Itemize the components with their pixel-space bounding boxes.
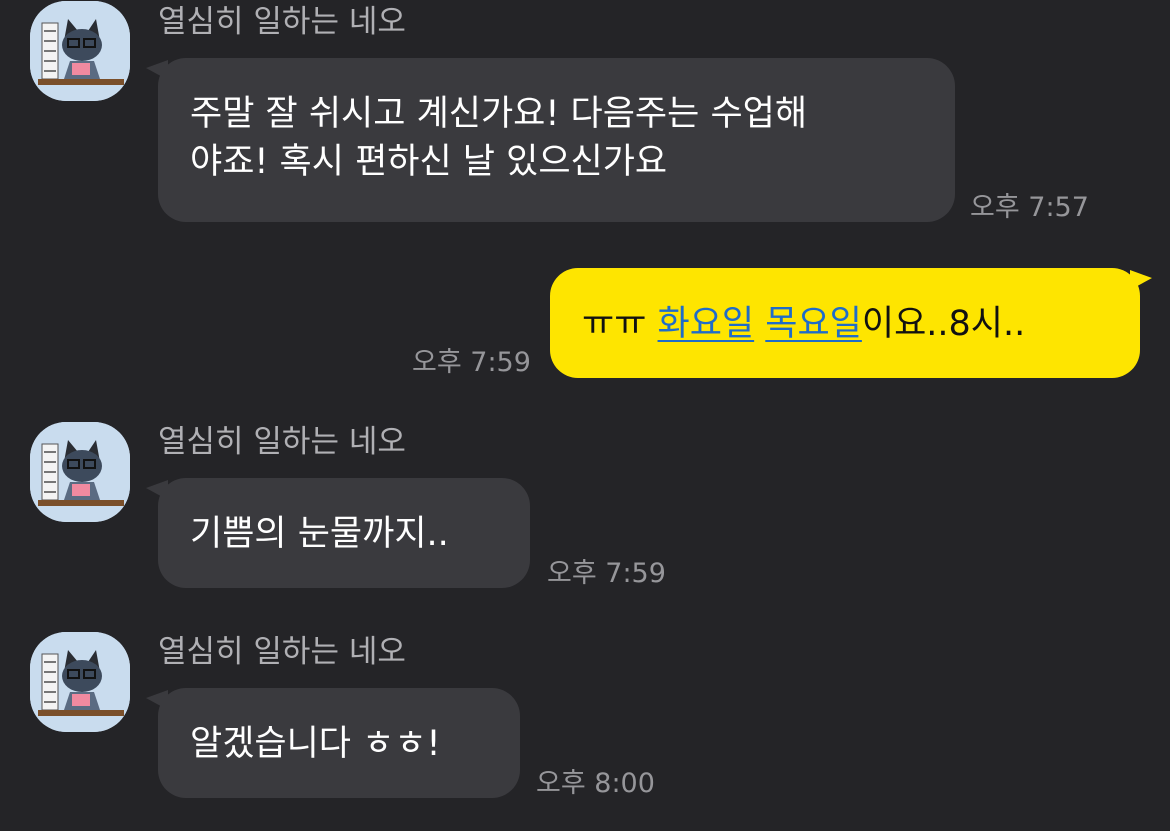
message-text-space bbox=[754, 304, 765, 344]
neo-cat-avatar-icon bbox=[30, 422, 130, 522]
incoming-message-bubble[interactable]: 주말 잘 쉬시고 계신가요! 다음주는 수업해 야죠! 혹시 편하신 날 있으신… bbox=[158, 58, 955, 222]
message-timestamp: 오후 7:59 bbox=[412, 347, 531, 378]
message-text-suffix: 이요..8시.. bbox=[861, 304, 1026, 344]
date-link-thursday[interactable]: 목요일 bbox=[765, 304, 862, 344]
incoming-message-bubble[interactable]: 알겠습니다 ㅎㅎ! bbox=[158, 688, 520, 798]
message-timestamp: 오후 8:00 bbox=[536, 768, 655, 799]
sender-avatar[interactable] bbox=[30, 1, 130, 101]
message-text-line: 기쁨의 눈물까지.. bbox=[190, 514, 449, 554]
neo-cat-avatar-icon bbox=[30, 632, 130, 732]
message-text-line: 야죠! 혹시 편하신 날 있으신가요 bbox=[190, 142, 668, 182]
incoming-message-bubble[interactable]: 기쁨의 눈물까지.. bbox=[158, 478, 530, 588]
sender-name: 열심히 일하는 네오 bbox=[158, 4, 406, 40]
sender-avatar[interactable] bbox=[30, 632, 130, 732]
message-timestamp: 오후 7:57 bbox=[970, 192, 1089, 223]
date-link-tuesday[interactable]: 화요일 bbox=[658, 304, 755, 344]
sender-avatar[interactable] bbox=[30, 422, 130, 522]
message-text-line: 알겠습니다 ㅎㅎ! bbox=[190, 724, 441, 764]
message-text-line: 주말 잘 쉬시고 계신가요! 다음주는 수업해 bbox=[190, 94, 808, 134]
message-text-prefix: ㅠㅠ bbox=[582, 304, 658, 344]
sender-name: 열심히 일하는 네오 bbox=[158, 424, 406, 460]
chat-room: 열심히 일하는 네오 주말 잘 쉬시고 계신가요! 다음주는 수업해 야죠! 혹… bbox=[0, 0, 1170, 831]
neo-cat-avatar-icon bbox=[30, 1, 130, 101]
outgoing-message-bubble[interactable]: ㅠㅠ 화요일 목요일이요..8시.. bbox=[550, 268, 1140, 378]
sender-name: 열심히 일하는 네오 bbox=[158, 634, 406, 670]
message-timestamp: 오후 7:59 bbox=[547, 558, 666, 589]
